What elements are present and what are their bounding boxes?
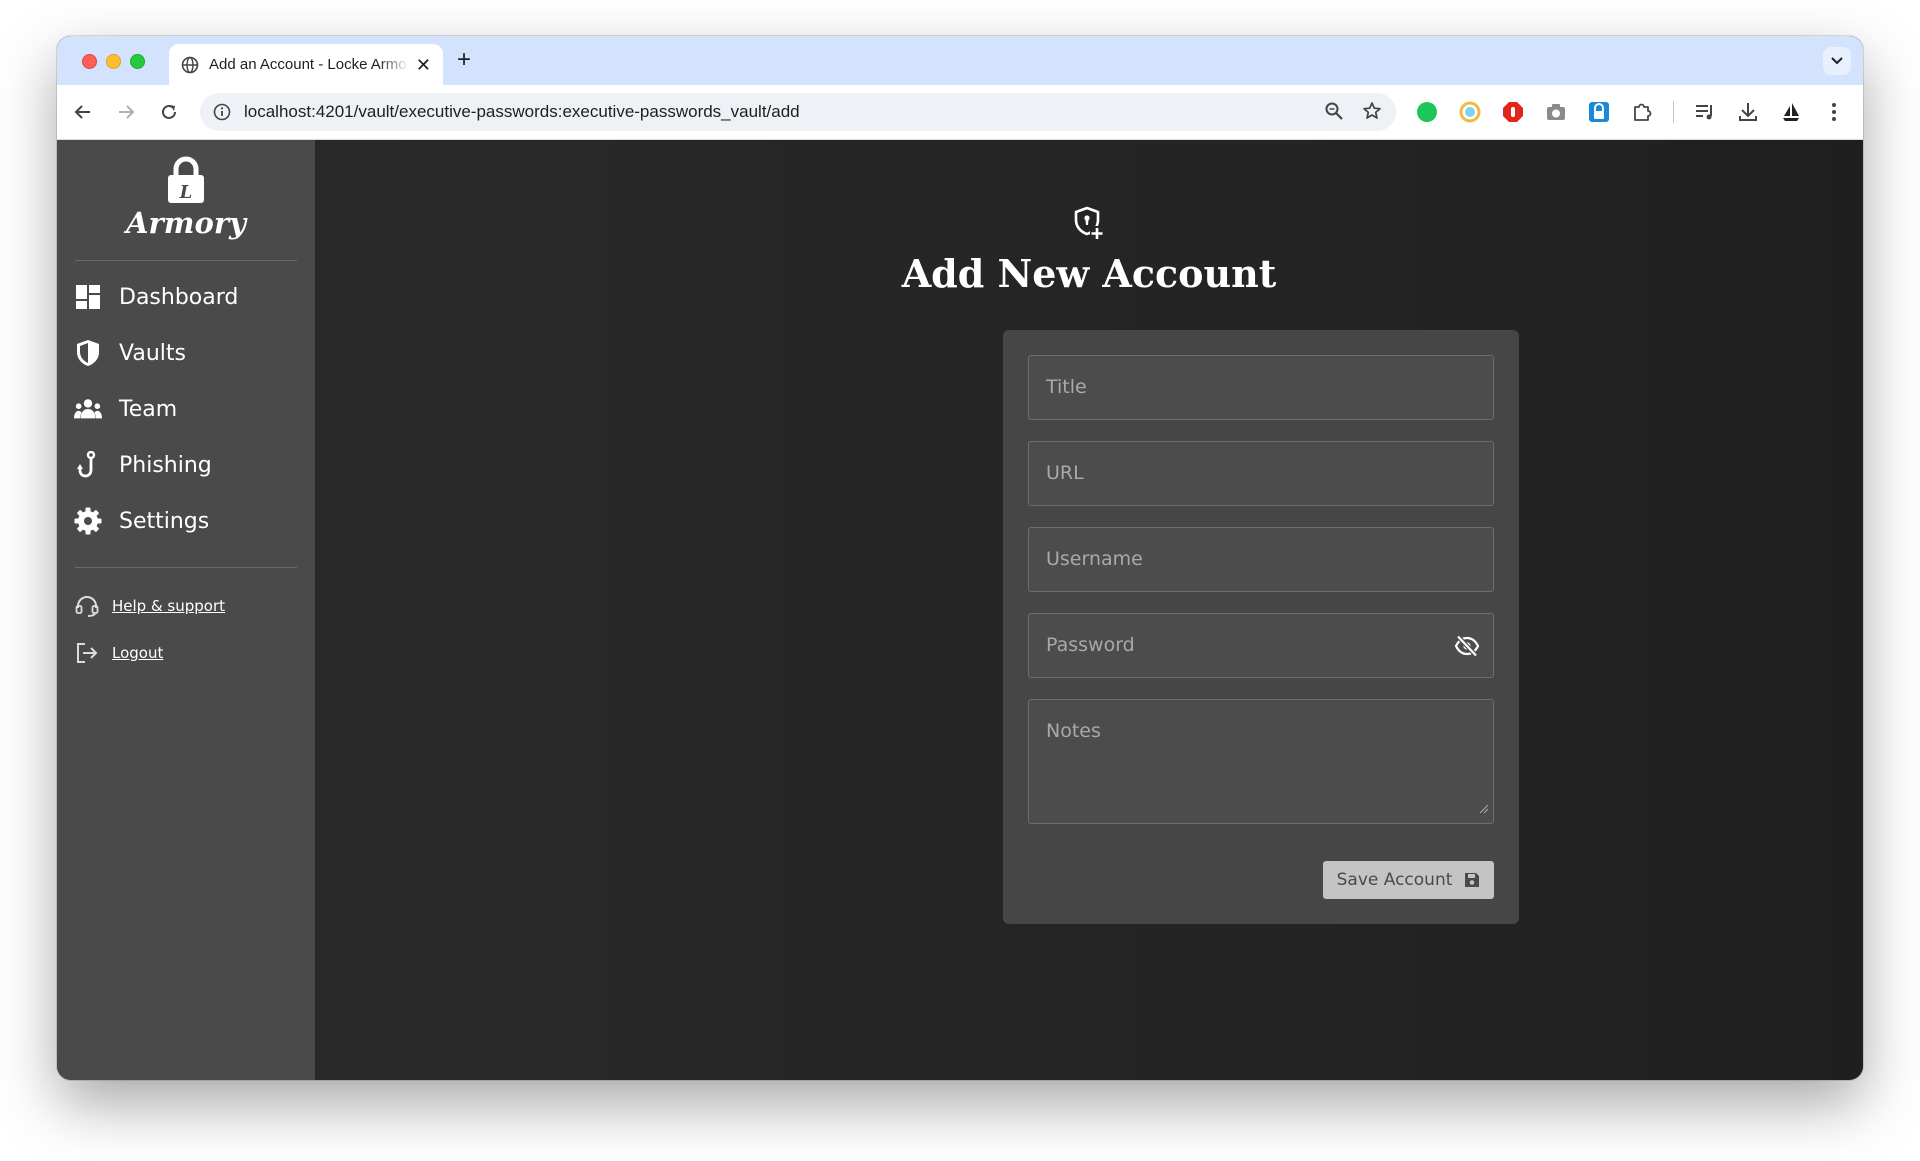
sidebar-item-team[interactable]: Team: [74, 389, 177, 429]
password-input[interactable]: Password: [1028, 613, 1494, 678]
more-menu-icon[interactable]: [1822, 100, 1846, 124]
minimize-window-button[interactable]: [106, 54, 121, 69]
puzzle-extensions-icon[interactable]: [1630, 100, 1654, 124]
sidebar-item-label: Team: [119, 396, 178, 422]
add-account-form: Title URL Username Password Notes Save A…: [1003, 330, 1519, 924]
save-account-button[interactable]: Save Account: [1323, 861, 1494, 899]
back-arrow-icon[interactable]: [71, 100, 95, 124]
logout-label[interactable]: Logout: [112, 644, 163, 662]
green-status-icon[interactable]: [1415, 100, 1439, 124]
dashboard-icon: [74, 283, 102, 311]
color-picker-icon[interactable]: [1458, 100, 1482, 124]
notes-textarea[interactable]: Notes: [1028, 699, 1494, 824]
sailboat-extension-icon[interactable]: [1779, 100, 1803, 124]
sidebar-item-vaults[interactable]: Vaults: [74, 333, 186, 373]
page-header: Add New Account: [315, 206, 1863, 296]
browser-window: Add an Account - Locke Armory ✕ + localh…: [57, 36, 1863, 1080]
username-input[interactable]: Username: [1028, 527, 1494, 592]
logout-link[interactable]: Logout: [74, 639, 163, 667]
adblock-icon[interactable]: [1501, 100, 1525, 124]
username-placeholder: Username: [1046, 548, 1143, 570]
title-placeholder: Title: [1046, 376, 1087, 398]
zoom-icon[interactable]: [1324, 101, 1344, 126]
sidebar-divider: [75, 260, 297, 261]
shield-plus-icon: [1074, 206, 1104, 240]
save-account-label: Save Account: [1336, 870, 1453, 890]
tab-title: Add an Account - Locke Armory: [209, 56, 409, 73]
tab-search-button[interactable]: [1823, 47, 1851, 75]
url-text: localhost:4201/vault/executive-passwords…: [244, 102, 800, 121]
team-icon: [74, 395, 102, 423]
new-tab-button[interactable]: +: [457, 48, 471, 72]
address-bar[interactable]: localhost:4201/vault/executive-passwords…: [200, 93, 1396, 131]
sidebar-item-settings[interactable]: Settings: [74, 501, 209, 541]
fishhook-icon: [74, 451, 102, 479]
reload-icon[interactable]: [157, 100, 181, 124]
help-support-link[interactable]: Help & support: [74, 592, 225, 620]
sidebar: L Armory Dashboard Vaults Team Phishing …: [57, 140, 315, 1080]
url-input[interactable]: URL: [1028, 441, 1494, 506]
forward-arrow-icon[interactable]: [114, 100, 138, 124]
logout-icon: [74, 640, 100, 666]
sidebar-item-label: Dashboard: [119, 284, 239, 310]
sidebar-item-label: Settings: [119, 508, 210, 534]
close-tab-icon[interactable]: ✕: [416, 56, 431, 74]
maximize-window-button[interactable]: [130, 54, 145, 69]
media-controls-icon[interactable]: [1693, 100, 1717, 124]
site-info-icon[interactable]: [212, 102, 232, 122]
sidebar-item-phishing[interactable]: Phishing: [74, 445, 212, 485]
lock-logo-icon: L: [168, 156, 204, 203]
sidebar-divider: [75, 567, 297, 568]
main-content: Add New Account Title URL Username Passw…: [315, 140, 1863, 1080]
tab-strip: Add an Account - Locke Armory ✕ +: [57, 36, 1863, 85]
shield-icon: [74, 339, 102, 367]
browser-toolbar: localhost:4201/vault/executive-passwords…: [57, 85, 1863, 140]
help-support-label[interactable]: Help & support: [112, 597, 225, 615]
password-manager-icon[interactable]: [1587, 100, 1611, 124]
brand-name: Armory: [126, 206, 246, 240]
sidebar-item-label: Vaults: [119, 340, 186, 366]
url-placeholder: URL: [1046, 462, 1084, 484]
headset-icon: [74, 593, 100, 619]
extensions-row: [1415, 100, 1846, 124]
password-placeholder: Password: [1046, 634, 1135, 656]
title-input[interactable]: Title: [1028, 355, 1494, 420]
page-title: Add New Account: [901, 251, 1277, 296]
close-window-button[interactable]: [82, 54, 97, 69]
floppy-disk-icon: [1465, 873, 1480, 887]
gear-icon: [74, 507, 102, 535]
download-icon[interactable]: [1736, 100, 1760, 124]
bookmark-star-icon[interactable]: [1362, 101, 1382, 126]
camera-icon[interactable]: [1544, 100, 1568, 124]
browser-tab[interactable]: Add an Account - Locke Armory ✕: [169, 44, 443, 85]
resize-handle-icon[interactable]: [1479, 801, 1489, 819]
eye-slash-icon[interactable]: [1453, 633, 1481, 659]
globe-icon: [181, 56, 199, 74]
app-root: L Armory Dashboard Vaults Team Phishing …: [57, 140, 1863, 1080]
brand-logo[interactable]: L Armory: [57, 156, 315, 240]
svg-text:L: L: [179, 182, 193, 203]
sidebar-item-dashboard[interactable]: Dashboard: [74, 277, 238, 317]
notes-placeholder: Notes: [1046, 720, 1101, 742]
sidebar-item-label: Phishing: [119, 452, 212, 478]
toolbar-separator: [1673, 101, 1674, 123]
